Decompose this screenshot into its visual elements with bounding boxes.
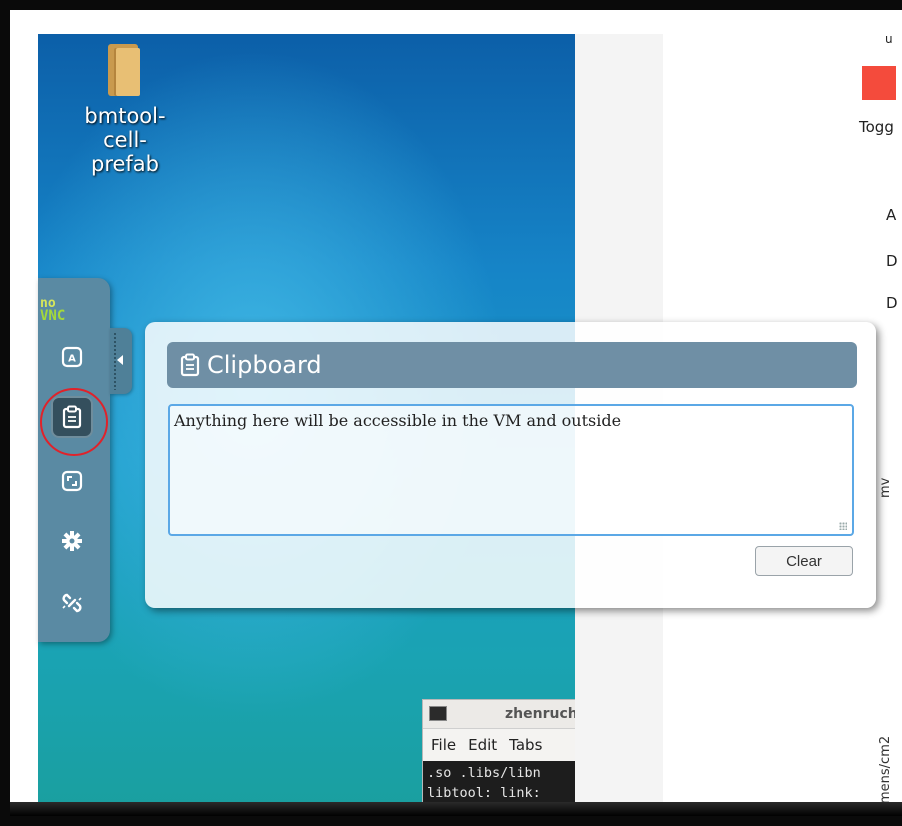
clipboard-title: Clipboard	[207, 351, 322, 379]
terminal-title: zhenruch	[505, 706, 575, 722]
novnc-logo: no VNC	[40, 296, 66, 324]
terminal-line: libtool: link:	[427, 785, 541, 801]
host-vertical-label: mens/cm2	[878, 735, 893, 804]
clipboard-icon	[180, 353, 200, 377]
control-bar-handle[interactable]	[110, 328, 132, 394]
terminal-window[interactable]: zhenruch File Edit Tabs .so .libs/libn li…	[422, 699, 575, 812]
novnc-control-bar: no VNC A	[38, 278, 110, 642]
keyboard-button[interactable]: A	[51, 336, 93, 378]
clear-button[interactable]: Clear	[755, 546, 853, 576]
annotation-circle	[40, 388, 108, 456]
terminal-icon	[429, 706, 447, 721]
desktop-folder-icon[interactable]: bmtool- cell-prefab	[70, 40, 180, 176]
host-vertical-label: mv	[878, 477, 893, 498]
clipboard-dialog-header: Clipboard	[167, 342, 857, 388]
settings-icon	[62, 531, 82, 551]
frame-bottom-edge	[10, 802, 902, 816]
terminal-menubar: File Edit Tabs	[423, 729, 575, 761]
disconnect-icon	[62, 593, 82, 613]
disconnect-button[interactable]	[51, 582, 93, 624]
toggle-color-swatch[interactable]	[862, 66, 896, 100]
host-letter: D	[886, 294, 898, 312]
host-top-text: u	[885, 32, 893, 46]
collapse-arrow-icon	[117, 355, 123, 365]
menu-tabs[interactable]: Tabs	[509, 736, 542, 754]
fullscreen-button[interactable]	[51, 460, 93, 502]
host-letter: D	[886, 252, 898, 270]
terminal-line: .so .libs/libn	[427, 765, 541, 781]
menu-file[interactable]: File	[431, 736, 456, 754]
screenshot-frame: bmtool- cell-prefab zhenruch File Edit T…	[0, 0, 902, 826]
clipboard-dialog: Clipboard Anything here will be accessib…	[145, 322, 876, 608]
resize-grip-icon[interactable]	[839, 522, 847, 530]
fullscreen-icon	[61, 470, 83, 492]
folder-icon	[104, 40, 146, 98]
clipboard-textarea[interactable]: Anything here will be accessible in the …	[168, 404, 854, 536]
keyboard-icon: A	[61, 346, 83, 368]
host-letter: A	[886, 206, 897, 224]
svg-text:A: A	[68, 354, 76, 365]
terminal-titlebar[interactable]: zhenruch	[423, 700, 575, 729]
desktop-folder-label: bmtool- cell-prefab	[84, 104, 166, 176]
menu-edit[interactable]: Edit	[468, 736, 497, 754]
toggle-label[interactable]: Togg	[859, 118, 894, 136]
settings-button[interactable]	[51, 520, 93, 562]
